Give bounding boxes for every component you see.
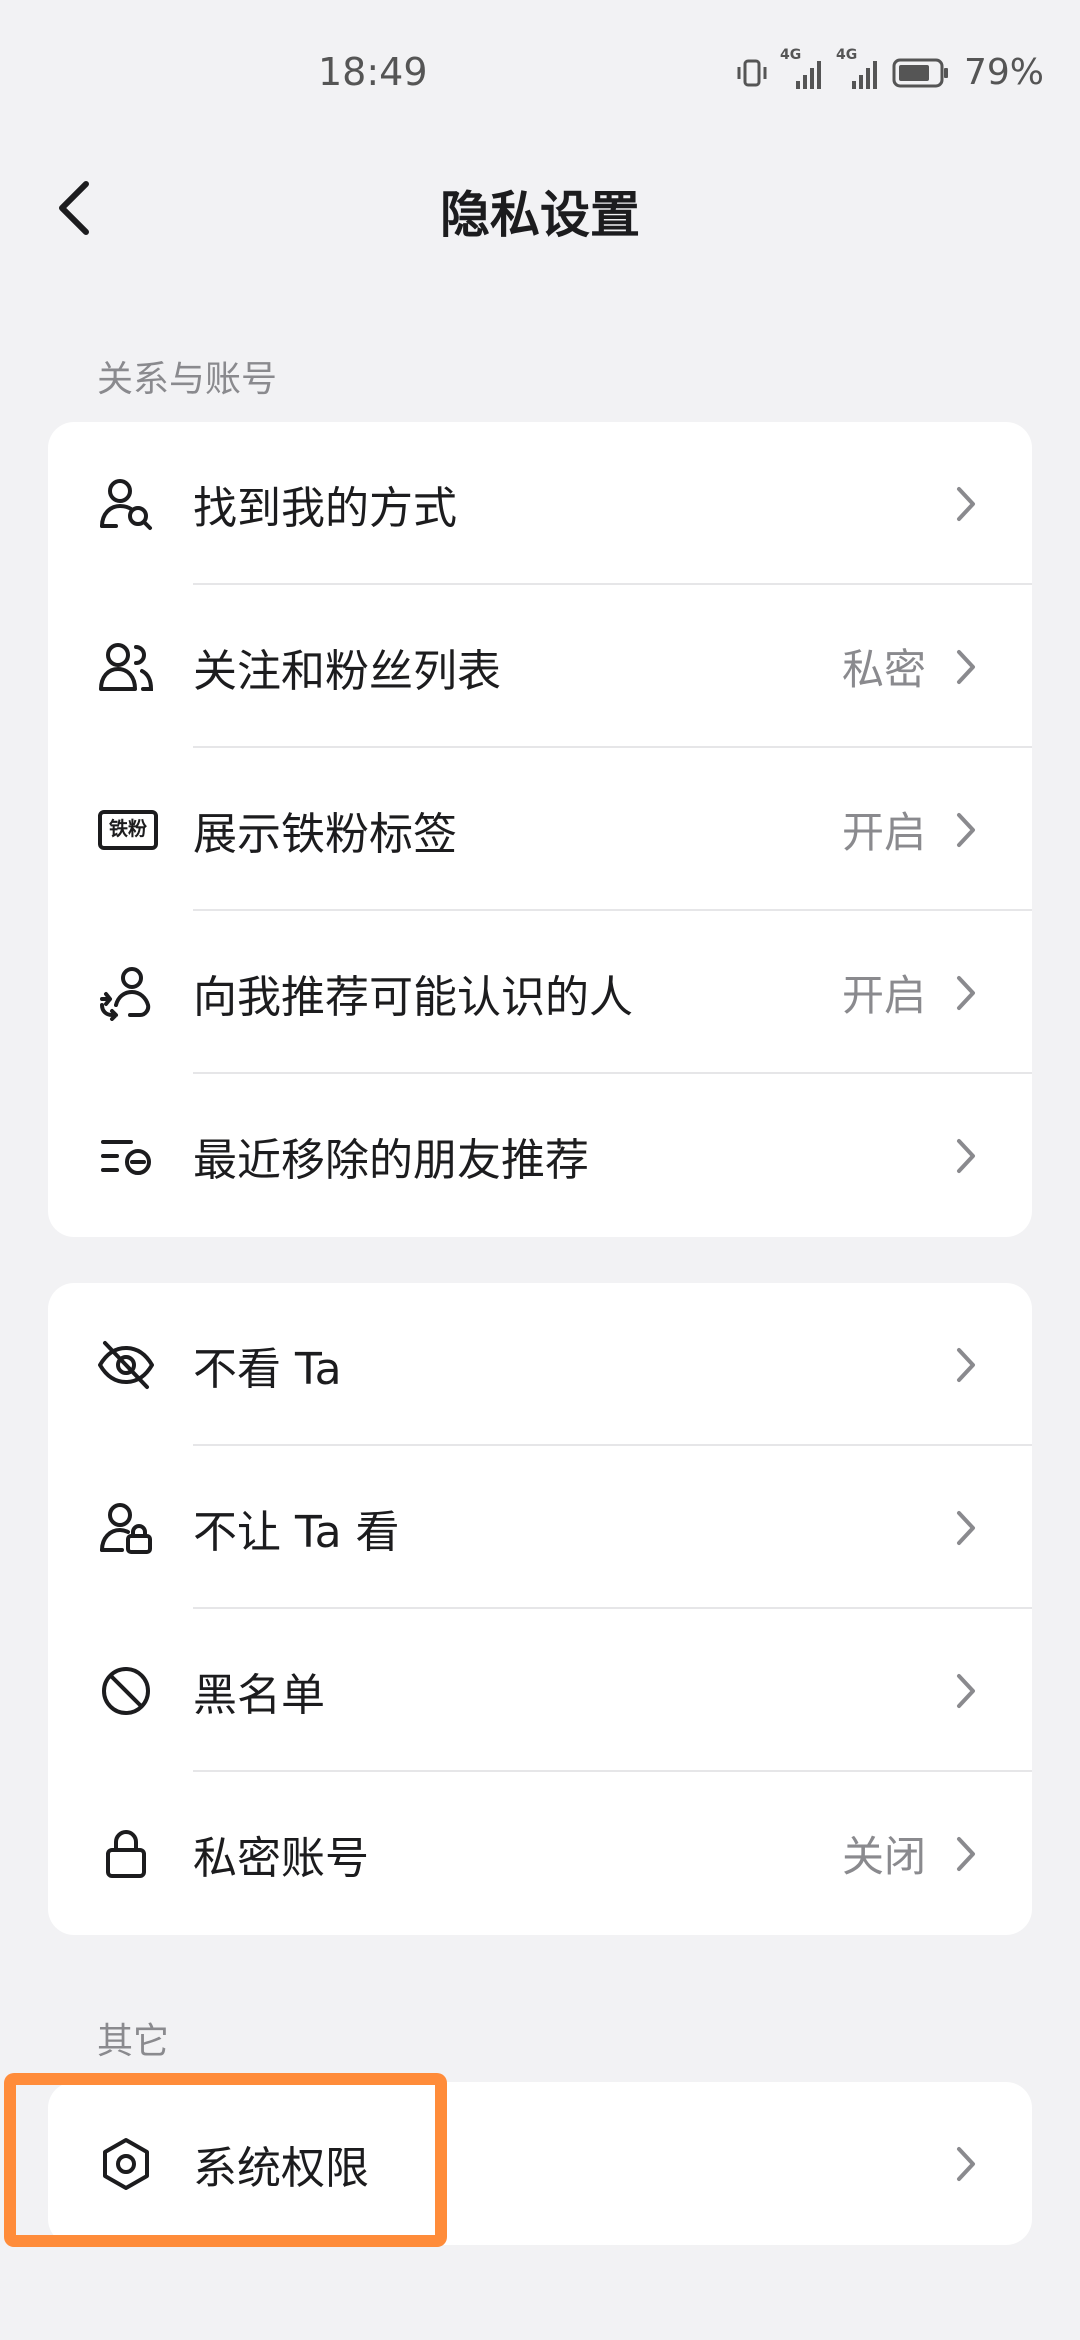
- people-icon: [96, 637, 156, 697]
- row-label: 不看 Ta: [193, 1343, 342, 1395]
- row-hide-their-content[interactable]: 不看 Ta: [48, 1283, 1032, 1446]
- network-type-2: 4G: [835, 46, 858, 63]
- person-lock-icon: [96, 1498, 156, 1558]
- row-find-me[interactable]: 找到我的方式: [48, 422, 1032, 585]
- chevron-right-icon: [957, 486, 975, 521]
- row-fan-badge[interactable]: 铁粉 展示铁粉标签 开启: [48, 748, 1032, 911]
- signal-icon-1: 4G: [780, 47, 826, 91]
- row-blacklist[interactable]: 黑名单: [48, 1609, 1032, 1772]
- fan-badge-icon: 铁粉: [96, 800, 160, 860]
- card-visibility: 不看 Ta 不让 Ta 看 黑名单 私密账号 关闭: [48, 1283, 1032, 1935]
- hexagon-settings-icon: [96, 2134, 156, 2194]
- row-value: 私密: [841, 645, 926, 694]
- vibrate-icon: [734, 55, 770, 91]
- chevron-right-icon: [957, 1673, 975, 1708]
- card-other: 系统权限: [48, 2082, 1032, 2245]
- row-label: 关注和粉丝列表: [193, 645, 501, 697]
- row-label: 向我推荐可能认识的人: [193, 971, 633, 1023]
- chevron-right-icon: [957, 812, 975, 847]
- row-private-account[interactable]: 私密账号 关闭: [48, 1772, 1032, 1935]
- chevron-right-icon: [957, 1510, 975, 1545]
- chevron-right-icon: [957, 975, 975, 1010]
- row-label: 系统权限: [193, 2142, 369, 2194]
- status-time: 18:49: [318, 50, 428, 94]
- status-icons: 4G 4G 79%: [734, 47, 1044, 93]
- chevron-right-icon: [957, 1836, 975, 1871]
- battery-percent: 79%: [963, 52, 1044, 93]
- person-search-icon: [96, 474, 156, 534]
- row-label: 找到我的方式: [193, 482, 457, 534]
- row-label: 黑名单: [193, 1669, 325, 1721]
- row-value: 关闭: [841, 1832, 926, 1881]
- battery-icon: [892, 56, 950, 90]
- row-label: 最近移除的朋友推荐: [193, 1134, 589, 1186]
- chevron-right-icon: [957, 1347, 975, 1382]
- row-hide-my-content[interactable]: 不让 Ta 看: [48, 1446, 1032, 1609]
- signal-icon-2: 4G: [836, 47, 882, 91]
- privacy-settings-screen: 18:49 4G 4G 79% 隐私设置 关系与账号 找到我的方式 关注和粉丝列…: [0, 0, 1080, 2340]
- status-bar: 18:49 4G 4G 79%: [0, 0, 1080, 150]
- row-recommend-people[interactable]: 向我推荐可能认识的人 开启: [48, 911, 1032, 1074]
- block-icon: [96, 1661, 156, 1721]
- page-title: 隐私设置: [440, 186, 640, 244]
- recommend-person-icon: [96, 963, 156, 1023]
- card-relations: 找到我的方式 关注和粉丝列表 私密 铁粉 展示铁粉标签 开启 向我推荐可能认识的…: [48, 422, 1032, 1237]
- row-system-permissions[interactable]: 系统权限: [48, 2082, 1032, 2245]
- network-type-1: 4G: [779, 46, 802, 63]
- row-label: 展示铁粉标签: [193, 808, 457, 860]
- row-removed-recommendations[interactable]: 最近移除的朋友推荐: [48, 1074, 1032, 1237]
- eye-off-icon: [96, 1335, 156, 1395]
- row-value: 开启: [841, 971, 926, 1020]
- chevron-right-icon: [957, 649, 975, 684]
- section-label-relations: 关系与账号: [97, 359, 278, 400]
- row-label: 不让 Ta 看: [193, 1506, 400, 1558]
- removed-list-icon: [96, 1126, 156, 1186]
- chevron-right-icon: [957, 1138, 975, 1173]
- fan-badge-text: 铁粉: [98, 809, 158, 850]
- row-follow-fans-list[interactable]: 关注和粉丝列表 私密: [48, 585, 1032, 748]
- row-value: 开启: [841, 808, 926, 857]
- section-label-other: 其它: [97, 2021, 170, 2062]
- lock-icon: [96, 1824, 156, 1884]
- row-label: 私密账号: [193, 1832, 369, 1884]
- chevron-right-icon: [957, 2146, 975, 2181]
